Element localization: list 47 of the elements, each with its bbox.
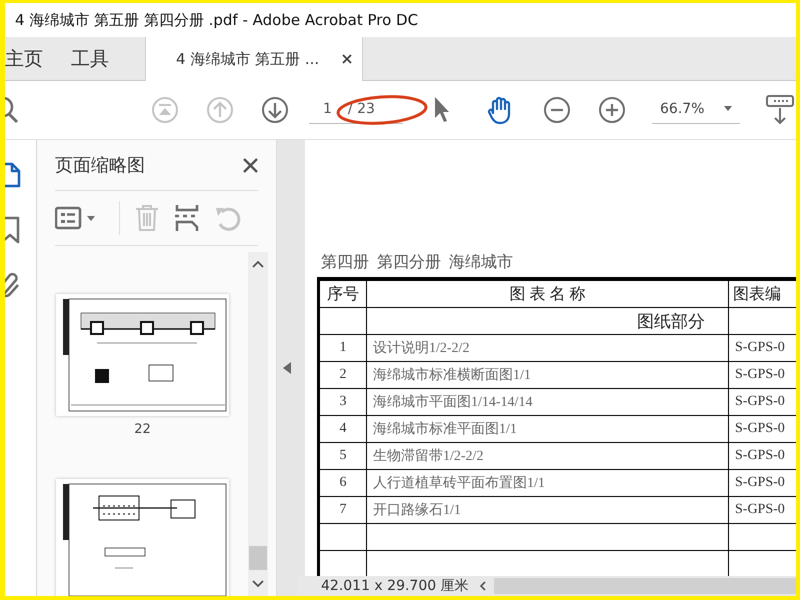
close-icon[interactable] <box>243 158 258 172</box>
page-number: 1 <box>323 100 332 116</box>
column-header: 图 表 名 称 <box>366 279 728 308</box>
table-cell: 3 <box>318 388 366 416</box>
zoom-in-icon[interactable] <box>598 96 626 124</box>
table-cell: 海绵城市标准横断面图1/1 <box>366 362 728 388</box>
page-size: 42.011 x 29.700 厘米 <box>320 577 470 595</box>
page-thumbnail[interactable] <box>56 294 229 416</box>
scroll-left-icon[interactable] <box>479 581 486 591</box>
pages-icon[interactable] <box>5 162 21 188</box>
close-icon[interactable] <box>342 54 352 64</box>
table-cell: 6 <box>318 470 366 496</box>
section-heading: 图纸部分 <box>366 308 728 334</box>
collapse-panel-icon[interactable] <box>283 362 291 374</box>
table-cell: 1 <box>318 334 366 362</box>
tab[interactable]: 4 海绵城市 第五册 ... <box>145 37 363 81</box>
panel-title: 页面缩略图 <box>55 154 145 177</box>
table-cell: 生物滞留带1/2-2/2 <box>366 442 728 470</box>
document-heading: 第四册 第四分册 海绵城市 <box>321 252 514 273</box>
keyboard-arrow-icon[interactable] <box>766 95 794 125</box>
zoom-dropdown[interactable]: 66.7% <box>652 96 740 124</box>
table-cell: 人行道植草砖平面布置图1/1 <box>366 470 728 496</box>
window-title: 4 海绵城市 第五册 第四分册 .pdf - Adobe Acrobat Pro DC <box>15 10 418 30</box>
table-cell: 海绵城市标准平面图1/1 <box>366 416 728 442</box>
tab[interactable]: 工具 <box>57 37 123 80</box>
column-header: 图表编 <box>728 279 796 308</box>
tab[interactable]: 主页 <box>5 37 57 80</box>
next-page-icon[interactable] <box>261 96 289 124</box>
options-icon[interactable] <box>55 206 97 230</box>
table-cell: 4 <box>318 416 366 442</box>
scroll-thumb[interactable] <box>249 546 267 570</box>
attachments-icon[interactable] <box>5 272 21 300</box>
table-cell: 开口路缘石1/1 <box>366 496 728 524</box>
table-cell: 5 <box>318 442 366 470</box>
cursor-icon[interactable] <box>433 96 451 124</box>
table-cell: 7 <box>318 496 366 524</box>
scroll-down-icon[interactable] <box>252 580 264 588</box>
bookmarks-icon[interactable] <box>5 216 21 244</box>
scroll-up-icon[interactable] <box>252 260 264 268</box>
insert-icon[interactable] <box>174 204 200 232</box>
table-cell: 设计说明1/2-2/2 <box>366 334 728 362</box>
scrollbar[interactable] <box>248 252 268 596</box>
page-thumbnail[interactable] <box>56 479 229 596</box>
table-cell: 2 <box>318 362 366 388</box>
zoom-out-icon[interactable] <box>543 96 571 124</box>
table-cell: 海绵城市平面图1/14-14/14 <box>366 388 728 416</box>
page-label: 22 <box>134 422 151 437</box>
